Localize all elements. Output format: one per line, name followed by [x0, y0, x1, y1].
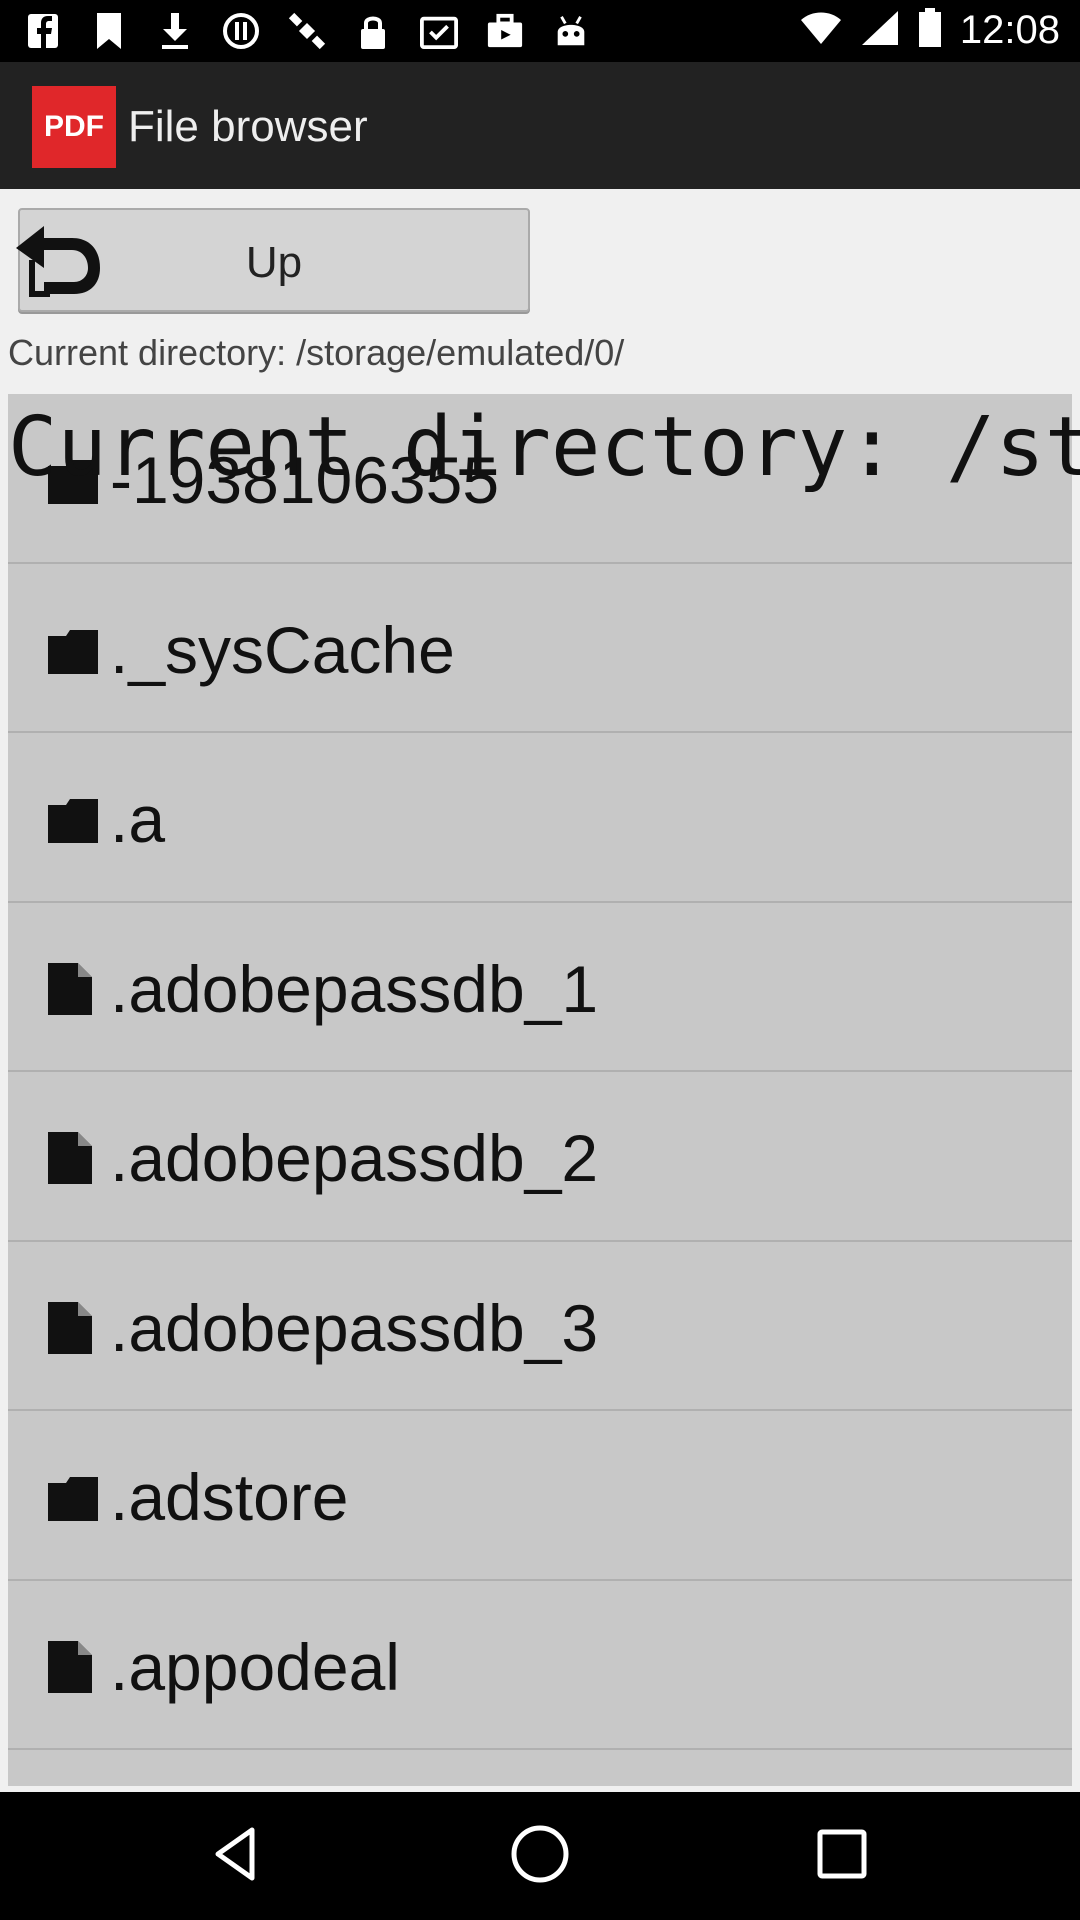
signal-icon [860, 9, 900, 52]
lock-icon [354, 10, 392, 52]
back-nav-button[interactable] [200, 1820, 272, 1892]
clock-time: 12:08 [959, 8, 1060, 52]
list-item-label: .adobepassdb_1 [110, 951, 599, 1026]
list-item-label: ._sysCache [110, 612, 455, 687]
file-icon [48, 1301, 98, 1354]
folder-icon [48, 799, 98, 851]
home-nav-button[interactable] [504, 1820, 576, 1892]
notification-icons [24, 10, 590, 52]
android-icon [552, 10, 590, 52]
list-item[interactable]: .adobepassdb_1 [8, 903, 1072, 1072]
page-title: File browser [128, 102, 368, 151]
square-recents-icon [812, 1824, 872, 1889]
file-icon [48, 962, 98, 1015]
list-item[interactable]: .appodeal [8, 1581, 1072, 1750]
app-logo: PDF [32, 86, 116, 168]
file-icon [48, 1640, 98, 1693]
wifi-icon [800, 10, 842, 51]
list-item-label: .adobepassdb_2 [110, 1121, 599, 1195]
recents-nav-button[interactable] [806, 1820, 878, 1892]
folder-icon [48, 1477, 98, 1529]
list-item-label: .adstore [110, 1460, 349, 1534]
status-bar: 12:08 [0, 0, 1080, 62]
up-button-label: Up [245, 238, 303, 287]
bookmark-icon [90, 10, 128, 52]
up-button[interactable]: Up [16, 208, 530, 312]
file-list[interactable]: -1938106355 ._sysCache .a .adobepassdb_1 .ad… [8, 394, 1072, 1786]
list-item-label: .appodeal [110, 1629, 400, 1704]
list-item-label: .a [110, 782, 166, 856]
download-icon [156, 10, 194, 52]
file-icon [48, 1132, 98, 1184]
list-item[interactable]: ._sysCache [8, 564, 1072, 733]
list-item[interactable]: .adobepassdb_3 [8, 1242, 1072, 1411]
facebook-icon [24, 10, 62, 52]
battery-icon [918, 8, 942, 53]
list-item-label: .adobepassdb_3 [110, 1290, 599, 1365]
list-item[interactable]: .a [8, 733, 1072, 903]
overlay-directory-text: Current directory: /storage [8, 400, 1080, 495]
alert-icon [222, 10, 260, 52]
clipboard-icon [420, 10, 458, 52]
navigation-bar [0, 1792, 1080, 1920]
folder-icon [48, 629, 98, 682]
system-status: 12:08 [800, 8, 1060, 53]
triangle-back-icon [206, 1824, 266, 1889]
list-item[interactable]: .adstore [8, 1411, 1072, 1581]
briefcase-icon [486, 10, 524, 52]
list-item[interactable]: .adobepassdb_2 [8, 1072, 1072, 1242]
current-directory-label: Current directory: /storage/emulated/0/ [8, 332, 625, 373]
satellite-icon [288, 10, 326, 52]
app-bar: PDF File browser [0, 62, 1080, 189]
circle-home-icon [508, 1822, 572, 1891]
